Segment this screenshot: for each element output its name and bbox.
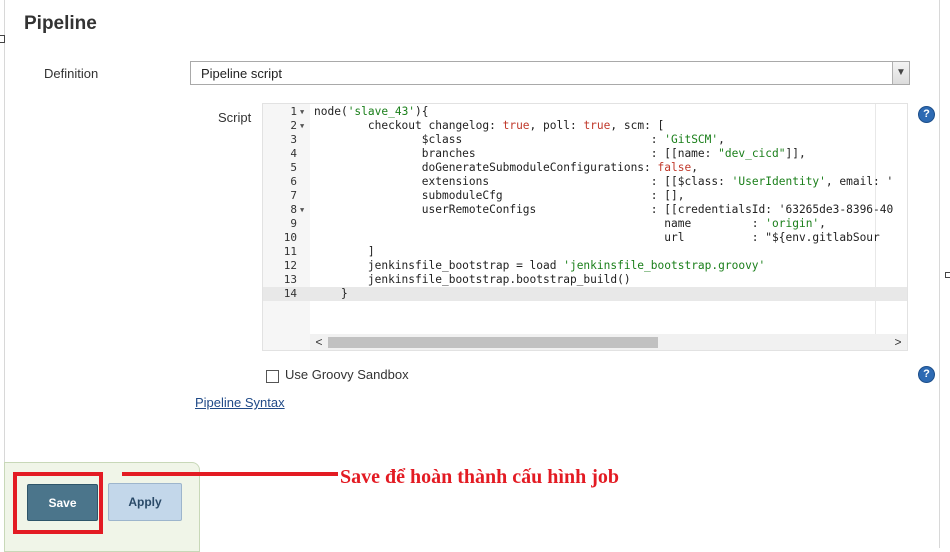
code-line[interactable]: 8 ▼ userRemoteConfigs : [[credentialsId: …: [263, 203, 907, 217]
groovy-sandbox-label: Use Groovy Sandbox: [285, 367, 409, 382]
apply-button[interactable]: Apply: [108, 483, 182, 521]
line-number: 9: [290, 217, 297, 230]
code-line[interactable]: 3 $class : 'GitSCM',: [263, 133, 907, 147]
line-number: 10: [283, 231, 297, 244]
code-text: doGenerateSubmoduleConfigurations: false…: [314, 161, 698, 174]
code-line[interactable]: 6 extensions : [[$class: 'UserIdentity',…: [263, 175, 907, 189]
redaction-blob: [676, 454, 762, 494]
line-number: 4: [290, 147, 297, 160]
line-number: 8: [290, 203, 297, 216]
code-line[interactable]: 2 ▼ checkout changelog: true, poll: true,…: [263, 119, 907, 133]
code-text: branches : [[name: "dev_cicd"]],: [314, 147, 806, 160]
code-text: userRemoteConfigs : [[credentialsId: '63…: [314, 203, 894, 216]
help-icon[interactable]: ?: [918, 106, 935, 123]
code-line[interactable]: 1 ▼ node('slave_43'){: [263, 105, 907, 119]
chevron-down-icon[interactable]: ▼: [892, 62, 909, 84]
fold-arrow-icon[interactable]: ▼: [300, 203, 304, 217]
script-label: Script: [218, 110, 252, 125]
code-line[interactable]: 5 doGenerateSubmoduleConfigurations: fal…: [263, 161, 907, 175]
code-text: extensions : [[$class: 'UserIdentity', e…: [314, 175, 894, 188]
line-number: 2: [290, 119, 297, 132]
scroll-left-icon[interactable]: <: [312, 334, 326, 350]
code-line[interactable]: 10 url : "${env.gitlabSour: [263, 231, 907, 245]
code-line[interactable]: 14 }: [263, 287, 907, 301]
code-text: checkout changelog: true, poll: true, sc…: [314, 119, 665, 132]
code-text: jenkinsfile_bootstrap.bootstrap_build(): [314, 273, 631, 286]
code-line[interactable]: 7 submoduleCfg : [],: [263, 189, 907, 203]
line-number: 7: [290, 189, 297, 202]
help-icon[interactable]: ?: [918, 366, 935, 383]
code-text: jenkinsfile_bootstrap = load 'jenkinsfil…: [314, 259, 766, 272]
code-area[interactable]: 1 ▼ node('slave_43'){2 ▼ checkout changelog…: [263, 105, 907, 301]
definition-label: Definition: [44, 66, 99, 81]
code-text: node('slave_43'){: [314, 105, 429, 118]
code-text: }: [314, 287, 348, 300]
code-text: url : "${env.gitlabSour: [314, 231, 880, 244]
frame-marker: [0, 35, 5, 43]
line-number: 3: [290, 133, 297, 146]
scroll-right-icon[interactable]: >: [891, 334, 905, 350]
line-number: 12: [283, 259, 297, 272]
line-number: 6: [290, 175, 297, 188]
code-text: $class : 'GitSCM',: [314, 133, 725, 146]
pipeline-syntax-link[interactable]: Pipeline Syntax: [195, 395, 285, 410]
code-line[interactable]: 9 name : 'origin',: [263, 217, 907, 231]
code-text: name : 'origin',: [314, 217, 826, 230]
line-number: 11: [283, 245, 297, 258]
code-text: ]: [314, 245, 375, 258]
groovy-sandbox-checkbox[interactable]: [266, 370, 279, 383]
line-number: 14: [283, 287, 297, 300]
save-highlight-box: [13, 472, 103, 534]
line-number: 13: [283, 273, 297, 286]
frame-marker: [945, 272, 950, 278]
code-line[interactable]: 12 jenkinsfile_bootstrap = load 'jenkins…: [263, 259, 907, 273]
section-title: Pipeline: [24, 13, 97, 34]
scrollbar-thumb[interactable]: [328, 337, 658, 348]
code-line[interactable]: 13 jenkinsfile_bootstrap.bootstrap_build…: [263, 273, 907, 287]
script-editor[interactable]: 1 ▼ node('slave_43'){2 ▼ checkout changelog…: [262, 103, 908, 351]
fold-arrow-icon[interactable]: ▼: [300, 105, 304, 119]
definition-select[interactable]: Pipeline script ▼: [190, 61, 910, 85]
line-number: 1: [290, 105, 297, 118]
code-line[interactable]: 11 ]: [263, 245, 907, 259]
line-number: 5: [290, 161, 297, 174]
code-line[interactable]: 4 branches : [[name: "dev_cicd"]],: [263, 147, 907, 161]
annotation-pointer-line: [122, 472, 338, 476]
definition-select-value: Pipeline script: [201, 66, 282, 81]
annotation-text: Save để hoàn thành cấu hình job: [340, 466, 619, 488]
fold-arrow-icon[interactable]: ▼: [300, 119, 304, 133]
code-text: submoduleCfg : [],: [314, 189, 685, 202]
horizontal-scrollbar[interactable]: < >: [310, 334, 907, 350]
